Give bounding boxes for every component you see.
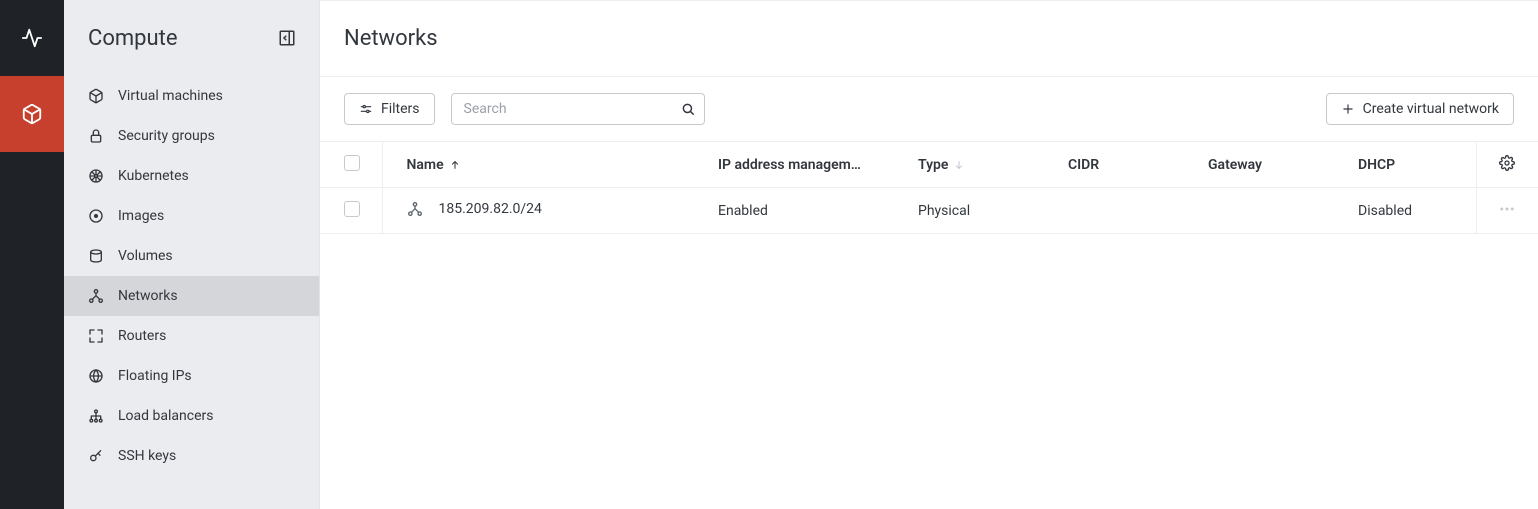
- row-type: Physical: [906, 188, 1056, 234]
- row-gateway: [1196, 188, 1346, 234]
- sidebar-item-label: Images: [118, 208, 164, 224]
- column-checkbox: [320, 142, 382, 188]
- nav-list: Virtual machines Security groups Kuberne…: [64, 76, 319, 476]
- sidebar-item-label: Routers: [118, 328, 166, 344]
- search-icon[interactable]: [681, 102, 695, 116]
- column-type[interactable]: Type: [906, 142, 1056, 188]
- column-ipam[interactable]: IP address managem…: [706, 142, 906, 188]
- sidebar-item-virtual-machines[interactable]: Virtual machines: [64, 76, 319, 116]
- collapse-icon: [278, 29, 296, 47]
- sidebar-item-networks[interactable]: Networks: [64, 276, 319, 316]
- disc-icon: [88, 208, 104, 224]
- sidebar-item-security-groups[interactable]: Security groups: [64, 116, 319, 156]
- create-button-label: Create virtual network: [1363, 101, 1499, 117]
- column-dhcp-label: DHCP: [1358, 157, 1395, 173]
- sort-asc-icon: [450, 159, 460, 171]
- column-ipam-label: IP address managem…: [718, 157, 861, 173]
- sidebar-title: Compute: [88, 26, 178, 51]
- icon-rail: [0, 0, 64, 509]
- row-name: 185.209.82.0/24: [439, 201, 542, 217]
- more-icon: [1498, 200, 1516, 218]
- sidebar-item-routers[interactable]: Routers: [64, 316, 319, 356]
- network-icon: [88, 288, 104, 304]
- lock-icon: [88, 128, 104, 144]
- box-icon: [21, 103, 43, 125]
- row-checkbox[interactable]: [344, 201, 360, 217]
- sidebar-item-label: Load balancers: [118, 408, 213, 424]
- select-all-checkbox[interactable]: [344, 155, 360, 171]
- sidebar-item-label: Networks: [118, 288, 178, 304]
- networks-table: Name IP address managem… Type CIDR Gatew…: [320, 141, 1538, 234]
- key-icon: [88, 448, 104, 464]
- activity-icon: [21, 27, 43, 49]
- column-cidr-label: CIDR: [1068, 157, 1099, 173]
- row-actions-button[interactable]: [1498, 200, 1516, 218]
- sidebar-item-label: Floating IPs: [118, 368, 192, 384]
- search-wrap: [451, 93, 705, 125]
- filters-button-label: Filters: [381, 101, 420, 117]
- row-ipam: Enabled: [706, 188, 906, 234]
- expand-icon: [88, 328, 104, 344]
- drive-icon: [88, 248, 104, 264]
- rail-item-compute[interactable]: [0, 76, 64, 152]
- network-icon: [407, 201, 423, 217]
- collapse-sidebar-button[interactable]: [277, 28, 297, 48]
- column-name[interactable]: Name: [382, 142, 706, 188]
- filters-button[interactable]: Filters: [344, 93, 435, 125]
- sidebar-item-kubernetes[interactable]: Kubernetes: [64, 156, 319, 196]
- main-content: Networks Filters Create virtual network …: [320, 0, 1538, 509]
- sidebar-item-label: Kubernetes: [118, 168, 189, 184]
- row-dhcp: Disabled: [1346, 188, 1476, 234]
- plus-icon: [1341, 102, 1355, 116]
- column-dhcp[interactable]: DHCP: [1346, 142, 1476, 188]
- row-cidr: [1056, 188, 1196, 234]
- sidebar-item-label: SSH keys: [118, 448, 176, 464]
- gear-icon: [1499, 155, 1515, 171]
- table-row[interactable]: 185.209.82.0/24 Enabled Physical Disable…: [320, 188, 1538, 234]
- toolbar: Filters Create virtual network: [320, 77, 1538, 141]
- globe-icon: [88, 368, 104, 384]
- sort-desc-icon: [954, 159, 964, 171]
- sidebar-item-images[interactable]: Images: [64, 196, 319, 236]
- helm-icon: [88, 168, 104, 184]
- column-cidr[interactable]: CIDR: [1056, 142, 1196, 188]
- page-header: Networks: [320, 1, 1538, 77]
- sidebar-item-label: Virtual machines: [118, 88, 223, 104]
- search-input[interactable]: [451, 93, 705, 125]
- sliders-icon: [359, 102, 373, 116]
- sidebar-item-load-balancers[interactable]: Load balancers: [64, 396, 319, 436]
- create-virtual-network-button[interactable]: Create virtual network: [1326, 93, 1514, 125]
- column-type-label: Type: [918, 157, 948, 173]
- column-settings[interactable]: [1476, 142, 1538, 188]
- sidebar-item-ssh-keys[interactable]: SSH keys: [64, 436, 319, 476]
- column-name-label: Name: [407, 157, 444, 173]
- column-gateway[interactable]: Gateway: [1196, 142, 1346, 188]
- sidebar-item-label: Volumes: [118, 248, 173, 264]
- cube-icon: [88, 88, 104, 104]
- sitemap-icon: [88, 408, 104, 424]
- page-title: Networks: [344, 26, 438, 51]
- sidebar-header: Compute: [64, 0, 319, 76]
- sidebar-item-volumes[interactable]: Volumes: [64, 236, 319, 276]
- sidebar-item-label: Security groups: [118, 128, 215, 144]
- sidebar-item-floating-ips[interactable]: Floating IPs: [64, 356, 319, 396]
- column-gateway-label: Gateway: [1208, 157, 1262, 173]
- rail-item-status[interactable]: [0, 0, 64, 76]
- sidebar: Compute Virtual machines Security groups…: [64, 0, 320, 509]
